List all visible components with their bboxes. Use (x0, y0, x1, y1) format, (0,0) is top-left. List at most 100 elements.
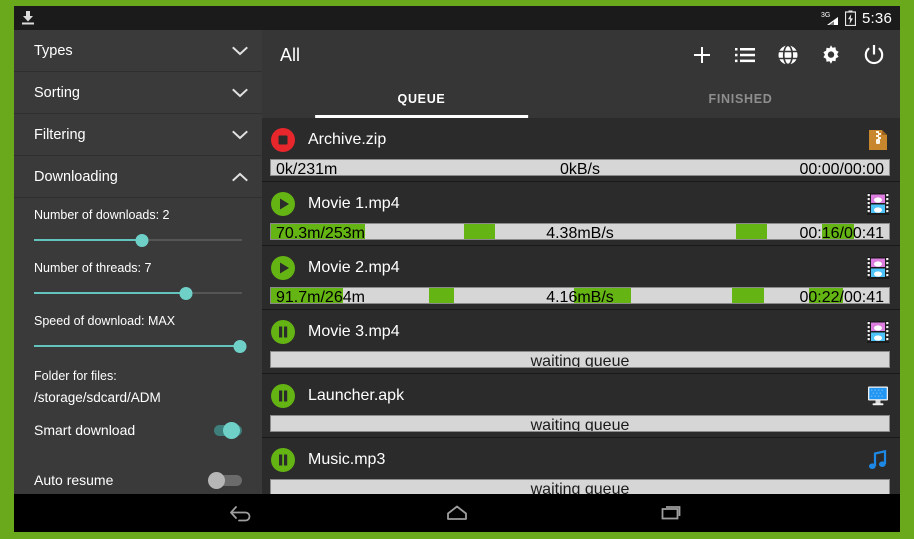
chevron-down-icon (232, 46, 248, 55)
progress-time: 00:22/00:41 (799, 289, 884, 304)
device-screen: 3G 5:36 Types Sorting Filtering Download… (0, 0, 914, 539)
table-row[interactable]: Movie 3.mp4 waiting queue (262, 310, 900, 374)
power-icon[interactable] (862, 43, 886, 67)
video-file-icon (867, 193, 889, 215)
plus-icon[interactable] (690, 43, 714, 67)
slider-knob[interactable] (233, 340, 247, 353)
download-header: Launcher.apk (270, 380, 890, 412)
folder-for-files-path: /storage/sdcard/ADM (34, 390, 161, 405)
audio-file-icon (869, 449, 887, 469)
pause-icon[interactable] (270, 447, 296, 473)
tab-finished[interactable]: FINISHED (581, 80, 900, 118)
number-of-downloads-control: Number of downloads: 2 (14, 206, 262, 249)
slider-fill (34, 239, 143, 241)
download-name: Archive.zip (308, 131, 387, 148)
play-icon[interactable] (270, 255, 296, 281)
number-of-threads-control: Number of threads: 7 (14, 259, 262, 302)
number-of-threads-label: Number of threads: 7 (34, 261, 152, 275)
play-icon[interactable] (270, 191, 296, 217)
status-bar-notifications (20, 10, 36, 26)
progress-speed: 4.16mB/s (546, 289, 614, 304)
switch-thumb (208, 472, 225, 489)
table-row[interactable]: Movie 1.mp4 70.3m/253m 4.38mB/s 00:16/00… (262, 182, 900, 246)
progress-time: 00:16/00:41 (799, 225, 884, 240)
sidebar-item-types-label: Types (34, 42, 73, 59)
sidebar-item-downloading-label: Downloading (34, 168, 118, 185)
download-name: Movie 1.mp4 (308, 195, 400, 212)
progress-status: waiting queue (530, 417, 630, 432)
speed-of-download-control: Speed of download: MAX (14, 312, 262, 355)
progress-bar: 91.7m/264m 4.16mB/s 00:22/00:41 (270, 287, 890, 304)
android-navigation-bar (14, 494, 900, 532)
download-name: Movie 3.mp4 (308, 323, 400, 340)
video-file-icon (867, 321, 889, 343)
progress-time: 00:00/00:00 (799, 161, 884, 176)
tab-finished-label: FINISHED (708, 92, 773, 106)
number-of-threads-slider[interactable] (34, 284, 242, 302)
app-window: Types Sorting Filtering Downloading Numb… (14, 30, 900, 494)
application-file-icon (868, 386, 888, 406)
status-bar-clock: 5:36 (862, 9, 892, 27)
folder-for-files-control[interactable]: Folder for files: /storage/sdcard/ADM (14, 365, 262, 405)
progress-speed: 4.38mB/s (546, 225, 614, 240)
android-status-bar: 3G 5:36 (14, 6, 900, 30)
speed-of-download-label: Speed of download: MAX (34, 314, 176, 328)
recents-icon[interactable] (657, 501, 687, 525)
auto-resume-label: Auto resume (34, 472, 114, 488)
progress-bar: waiting queue (270, 351, 890, 368)
download-name: Music.mp3 (308, 451, 386, 468)
download-header: Movie 2.mp4 (270, 252, 890, 284)
stop-icon[interactable] (270, 127, 296, 153)
slider-knob[interactable] (135, 234, 149, 247)
svg-text:3G: 3G (821, 12, 830, 19)
main-content: All QUEUE FINISHED Archive.zip 0k/231m 0… (262, 30, 900, 494)
slider-fill (34, 345, 242, 347)
gear-icon[interactable] (819, 43, 843, 67)
tab-queue[interactable]: QUEUE (262, 80, 581, 118)
tab-bar: QUEUE FINISHED (262, 80, 900, 118)
speed-of-download-slider[interactable] (34, 337, 247, 355)
folder-for-files-label: Folder for files: (34, 369, 117, 383)
chevron-up-icon (232, 172, 248, 181)
sidebar-item-sorting-label: Sorting (34, 84, 80, 101)
switch-thumb (223, 422, 240, 439)
progress-status: waiting queue (530, 353, 630, 368)
sidebar-item-sorting[interactable]: Sorting (14, 72, 262, 114)
downloading-settings-panel: Number of downloads: 2 Number of threads… (14, 198, 262, 494)
table-row[interactable]: Archive.zip 0k/231m 0kB/s 00:00/00:00 (262, 118, 900, 182)
auto-resume-row[interactable]: Auto resume (14, 455, 262, 494)
slider-fill (34, 292, 186, 294)
progress-bar: waiting queue (270, 479, 890, 494)
smart-download-switch[interactable] (208, 422, 244, 439)
sidebar-item-types[interactable]: Types (14, 30, 262, 72)
globe-icon[interactable] (776, 43, 800, 67)
sidebar-item-downloading[interactable]: Downloading (14, 156, 262, 198)
download-name: Launcher.apk (308, 387, 405, 404)
smart-download-label: Smart download (34, 422, 136, 438)
3g-signal-icon: 3G (821, 12, 838, 25)
navigation-drawer: Types Sorting Filtering Downloading Numb… (14, 30, 262, 494)
list-icon[interactable] (733, 43, 757, 67)
tab-queue-label: QUEUE (397, 92, 446, 106)
zip-file-icon (869, 130, 887, 150)
home-icon[interactable] (442, 501, 472, 525)
smart-download-row[interactable]: Smart download (14, 405, 262, 455)
progress-speed: 0kB/s (559, 161, 600, 176)
pause-icon[interactable] (270, 319, 296, 345)
chevron-down-icon (232, 88, 248, 97)
table-row[interactable]: Launcher.apk waiting queue (262, 374, 900, 438)
app-bar: All (262, 30, 900, 80)
download-header: Movie 3.mp4 (270, 316, 890, 348)
sidebar-item-filtering-label: Filtering (34, 126, 86, 143)
number-of-downloads-slider[interactable] (34, 231, 242, 249)
download-list[interactable]: Archive.zip 0k/231m 0kB/s 00:00/00:00 Mo… (262, 118, 900, 494)
download-notification-icon (22, 11, 34, 25)
table-row[interactable]: Music.mp3 waiting queue (262, 438, 900, 494)
sidebar-item-filtering[interactable]: Filtering (14, 114, 262, 156)
page-title: All (280, 44, 301, 65)
back-arrow-icon[interactable] (227, 501, 257, 525)
slider-knob[interactable] (179, 287, 193, 300)
table-row[interactable]: Movie 2.mp4 91.7m/264m 4.16mB/s 00:22/00… (262, 246, 900, 310)
pause-icon[interactable] (270, 383, 296, 409)
auto-resume-switch[interactable] (208, 472, 244, 489)
